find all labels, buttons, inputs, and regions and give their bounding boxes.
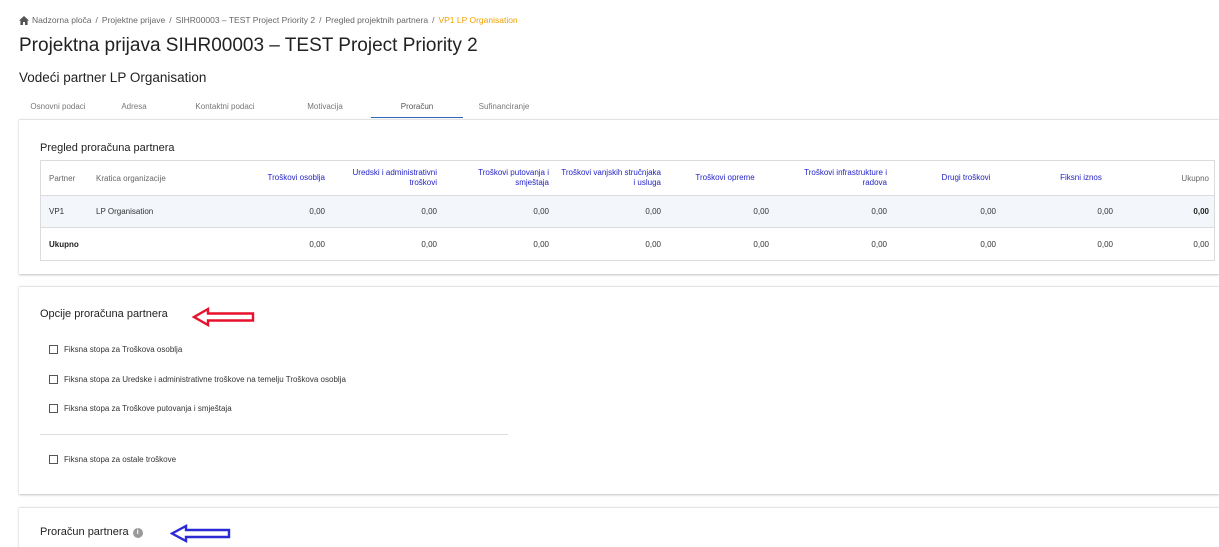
option-office-admin-flat-rate[interactable]: Fiksna stopa za Uredske i administrativn… [49,375,346,384]
col-equipment-costs[interactable]: Troškovi opreme [681,161,769,195]
col-lump-sum[interactable]: Fiksni iznos [1041,161,1121,195]
col-total: Ukupno [1181,173,1209,183]
breadcrumb-separator: / [169,15,172,25]
cell-office-admin-costs-total: 0,00 [421,239,437,249]
option-label: Fiksna stopa za Uredske i administrativn… [64,375,346,384]
tab-basic-data[interactable]: Osnovni podaci [19,98,97,118]
cell-other-costs-total: 0,00 [980,239,996,249]
breadcrumb-item-applications[interactable]: Projektne prijave [102,15,165,25]
budget-options-title: Opcije proračuna partnera [40,308,168,320]
cell-staff-costs: 0,00 [309,207,325,216]
option-other-costs-flat-rate[interactable]: Fiksna stopa za ostale troškove [49,455,176,464]
partner-budget-title-text: Proračun partnera [40,526,129,538]
col-office-admin-costs[interactable]: Uredski i administrativni troškovi [331,161,437,195]
col-org-acronym: Kratica organizacije [96,173,166,183]
col-staff-costs[interactable]: Troškovi osoblja [221,161,325,195]
cell-infrastructure-costs: 0,00 [871,207,887,216]
table-row: VP1 LP Organisation 0,00 0,00 0,00 0,00 … [41,196,1214,228]
tab-address[interactable]: Adresa [97,98,171,118]
cell-equipment-costs: 0,00 [753,207,769,216]
partner-budget-card: Proračun partnera i [19,507,1219,547]
col-other-costs[interactable]: Drugi troškovi [921,161,1011,195]
cell-infrastructure-costs-total: 0,00 [871,239,887,249]
office-admin-flat-rate-checkbox[interactable] [49,375,58,384]
cell-other-costs: 0,00 [980,207,996,216]
cell-grand-total: 0,00 [1193,239,1209,249]
cell-total: 0,00 [1193,207,1209,216]
tab-cofinancing[interactable]: Sufinanciranje [463,98,545,118]
table-header-row: Partner Kratica organizacije Troškovi os… [41,161,1214,196]
cell-external-expertise-costs: 0,00 [645,207,661,216]
col-infrastructure-costs[interactable]: Troškovi infrastrukture i radova [781,161,887,195]
breadcrumb-item-project[interactable]: SIHR00003 – TEST Project Priority 2 [176,15,316,25]
table-total-row: Ukupno 0,00 0,00 0,00 0,00 0,00 0,00 0,0… [41,228,1214,260]
partner-budget-title: Proračun partnera i [40,526,143,538]
page-subtitle: Vodeći partner LP Organisation [19,70,207,85]
budget-overview-card: Pregled proračuna partnera Partner Krati… [19,119,1219,274]
travel-flat-rate-checkbox[interactable] [49,404,58,413]
option-travel-flat-rate[interactable]: Fiksna stopa za Troškove putovanja i smj… [49,404,232,413]
cell-partner: VP1 [49,207,65,216]
breadcrumb: Nadzorna ploča / Projektne prijave / SIH… [19,15,518,25]
blue-arrow-annotation-icon [170,524,231,543]
col-external-expertise-costs[interactable]: Troškovi vanjskih stručnjaka i usluga [561,161,661,195]
cell-lump-sum-total: 0,00 [1097,239,1113,249]
budget-overview-title: Pregled proračuna partnera [40,142,175,154]
tab-bar: Osnovni podaci Adresa Kontaktni podaci M… [19,98,545,118]
info-icon[interactable]: i [132,528,143,538]
breadcrumb-separator: / [432,15,435,25]
option-label: Fiksna stopa za Troškova osoblja [64,345,183,354]
breadcrumb-separator: / [319,15,322,25]
home-icon[interactable] [19,15,29,25]
cell-external-expertise-costs-total: 0,00 [645,239,661,249]
breadcrumb-item-partners[interactable]: Pregled projektnih partnera [326,15,429,25]
budget-options-card: Opcije proračuna partnera Fiksna stopa z… [19,286,1219,494]
cell-total-label: Ukupno [49,239,79,249]
col-travel-costs[interactable]: Troškovi putovanja i smještaja [446,161,549,195]
cell-travel-costs-total: 0,00 [533,239,549,249]
tab-contact-data[interactable]: Kontaktni podaci [171,98,279,118]
budget-overview-table: Partner Kratica organizacije Troškovi os… [40,160,1215,261]
page-title: Projektna prijava SIHR00003 – TEST Proje… [19,35,478,56]
cell-travel-costs: 0,00 [533,207,549,216]
cell-staff-costs-total: 0,00 [309,239,325,249]
option-staff-flat-rate[interactable]: Fiksna stopa za Troškova osoblja [49,345,182,354]
cell-lump-sum: 0,00 [1097,207,1113,216]
cell-office-admin-costs: 0,00 [421,207,437,216]
options-divider [40,434,508,435]
other-costs-flat-rate-checkbox[interactable] [49,455,58,464]
breadcrumb-item-dashboard[interactable]: Nadzorna ploča [32,15,92,25]
option-label: Fiksna stopa za Troškove putovanja i smj… [64,404,232,413]
staff-flat-rate-checkbox[interactable] [49,345,58,354]
tab-budget[interactable]: Proračun [371,98,463,118]
cell-org-acronym: LP Organisation [96,207,154,216]
option-label: Fiksna stopa za ostale troškove [64,455,177,464]
breadcrumb-item-current: VP1 LP Organisation [438,15,518,25]
red-arrow-annotation-icon [192,307,255,327]
col-partner: Partner [49,173,76,183]
tab-motivation[interactable]: Motivacija [279,98,371,118]
cell-equipment-costs-total: 0,00 [753,239,769,249]
breadcrumb-separator: / [95,15,98,25]
